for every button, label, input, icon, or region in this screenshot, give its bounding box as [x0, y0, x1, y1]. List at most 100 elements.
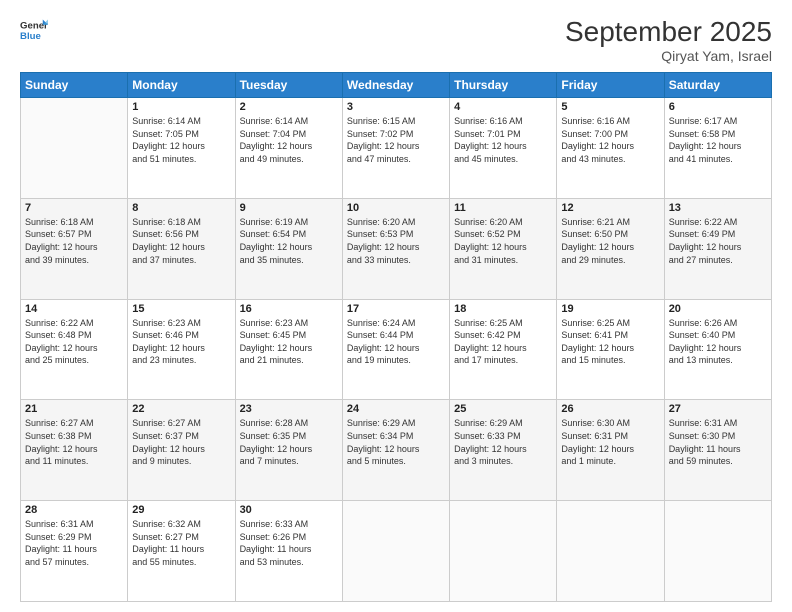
- calendar-table: Sunday Monday Tuesday Wednesday Thursday…: [20, 72, 772, 602]
- calendar-cell: 26 Sunrise: 6:30 AM Sunset: 6:31 PM Dayli…: [557, 400, 664, 501]
- day-info: Sunrise: 6:23 AM Sunset: 6:45 PM Dayligh…: [240, 317, 338, 367]
- col-monday: Monday: [128, 73, 235, 98]
- day-number: 30: [240, 504, 338, 516]
- calendar-cell: 9 Sunrise: 6:19 AM Sunset: 6:54 PM Daylig…: [235, 198, 342, 299]
- day-info: Sunrise: 6:29 AM Sunset: 6:33 PM Dayligh…: [454, 417, 552, 467]
- day-info: Sunrise: 6:23 AM Sunset: 6:46 PM Dayligh…: [132, 317, 230, 367]
- day-info: Sunrise: 6:17 AM Sunset: 6:58 PM Dayligh…: [669, 115, 767, 165]
- col-thursday: Thursday: [450, 73, 557, 98]
- day-info: Sunrise: 6:22 AM Sunset: 6:48 PM Dayligh…: [25, 317, 123, 367]
- location: Qiryat Yam, Israel: [565, 48, 772, 64]
- calendar-cell: 22Sunrise: 6:27 AM Sunset: 6:37 PM Dayli…: [128, 400, 235, 501]
- col-saturday: Saturday: [664, 73, 771, 98]
- calendar-cell: 11Sunrise: 6:20 AM Sunset: 6:52 PM Dayli…: [450, 198, 557, 299]
- calendar-cell: 1 Sunrise: 6:14 AM Sunset: 7:05 PM Daylig…: [128, 98, 235, 199]
- calendar-cell: 5 Sunrise: 6:16 AM Sunset: 7:00 PM Daylig…: [557, 98, 664, 199]
- calendar-week-2: 7Sunrise: 6:18 AM Sunset: 6:57 PM Daylig…: [21, 198, 772, 299]
- calendar-cell: 6 Sunrise: 6:17 AM Sunset: 6:58 PM Daylig…: [664, 98, 771, 199]
- day-number: 6: [669, 101, 767, 113]
- day-number: 12: [561, 202, 659, 214]
- day-info: Sunrise: 6:25 AM Sunset: 6:42 PM Dayligh…: [454, 317, 552, 367]
- calendar-cell: [450, 501, 557, 602]
- day-info: Sunrise: 6:26 AM Sunset: 6:40 PM Dayligh…: [669, 317, 767, 367]
- day-number: 2: [240, 101, 338, 113]
- day-info: Sunrise: 6:21 AM Sunset: 6:50 PM Dayligh…: [561, 216, 659, 266]
- day-number: 23: [240, 403, 338, 415]
- col-wednesday: Wednesday: [342, 73, 449, 98]
- day-info: Sunrise: 6:24 AM Sunset: 6:44 PM Dayligh…: [347, 317, 445, 367]
- calendar-cell: 29Sunrise: 6:32 AM Sunset: 6:27 PM Dayli…: [128, 501, 235, 602]
- day-info: Sunrise: 6:16 AM Sunset: 7:00 PM Dayligh…: [561, 115, 659, 165]
- day-info: Sunrise: 6:20 AM Sunset: 6:52 PM Dayligh…: [454, 216, 552, 266]
- month-title: September 2025: [565, 16, 772, 48]
- day-info: Sunrise: 6:31 AM Sunset: 6:29 PM Dayligh…: [25, 518, 123, 568]
- day-number: 9: [240, 202, 338, 214]
- col-sunday: Sunday: [21, 73, 128, 98]
- calendar-week-1: 1 Sunrise: 6:14 AM Sunset: 7:05 PM Daylig…: [21, 98, 772, 199]
- calendar-cell: 30Sunrise: 6:33 AM Sunset: 6:26 PM Dayli…: [235, 501, 342, 602]
- day-info: Sunrise: 6:31 AM Sunset: 6:30 PM Dayligh…: [669, 417, 767, 467]
- day-number: 16: [240, 303, 338, 315]
- day-number: 18: [454, 303, 552, 315]
- svg-text:Blue: Blue: [20, 31, 41, 42]
- title-block: September 2025 Qiryat Yam, Israel: [565, 16, 772, 64]
- calendar-cell: 20 Sunrise: 6:26 AM Sunset: 6:40 PM Dayli…: [664, 299, 771, 400]
- calendar-cell: 8Sunrise: 6:18 AM Sunset: 6:56 PM Daylig…: [128, 198, 235, 299]
- day-number: 19: [561, 303, 659, 315]
- day-info: Sunrise: 6:14 AM Sunset: 7:04 PM Dayligh…: [240, 115, 338, 165]
- day-number: 26: [561, 403, 659, 415]
- day-info: Sunrise: 6:28 AM Sunset: 6:35 PM Dayligh…: [240, 417, 338, 467]
- day-info: Sunrise: 6:20 AM Sunset: 6:53 PM Dayligh…: [347, 216, 445, 266]
- calendar-cell: 16 Sunrise: 6:23 AM Sunset: 6:45 PM Dayli…: [235, 299, 342, 400]
- calendar-cell: [664, 501, 771, 602]
- day-number: 1: [132, 101, 230, 113]
- day-info: Sunrise: 6:29 AM Sunset: 6:34 PM Dayligh…: [347, 417, 445, 467]
- day-number: 8: [132, 202, 230, 214]
- calendar-cell: 19 Sunrise: 6:25 AM Sunset: 6:41 PM Dayli…: [557, 299, 664, 400]
- calendar-cell: 27Sunrise: 6:31 AM Sunset: 6:30 PM Dayli…: [664, 400, 771, 501]
- logo: General Blue: [20, 16, 48, 44]
- calendar-cell: 3 Sunrise: 6:15 AM Sunset: 7:02 PM Daylig…: [342, 98, 449, 199]
- header-row: Sunday Monday Tuesday Wednesday Thursday…: [21, 73, 772, 98]
- day-number: 4: [454, 101, 552, 113]
- calendar-cell: [557, 501, 664, 602]
- day-number: 5: [561, 101, 659, 113]
- day-info: Sunrise: 6:27 AM Sunset: 6:38 PM Dayligh…: [25, 417, 123, 467]
- day-number: 25: [454, 403, 552, 415]
- day-info: Sunrise: 6:32 AM Sunset: 6:27 PM Dayligh…: [132, 518, 230, 568]
- day-info: Sunrise: 6:15 AM Sunset: 7:02 PM Dayligh…: [347, 115, 445, 165]
- calendar-cell: 12 Sunrise: 6:21 AM Sunset: 6:50 PM Dayli…: [557, 198, 664, 299]
- calendar-cell: 23 Sunrise: 6:28 AM Sunset: 6:35 PM Dayli…: [235, 400, 342, 501]
- day-number: 10: [347, 202, 445, 214]
- calendar-cell: 7Sunrise: 6:18 AM Sunset: 6:57 PM Daylig…: [21, 198, 128, 299]
- calendar-cell: 13 Sunrise: 6:22 AM Sunset: 6:49 PM Dayli…: [664, 198, 771, 299]
- day-number: 24: [347, 403, 445, 415]
- calendar-cell: 24 Sunrise: 6:29 AM Sunset: 6:34 PM Dayli…: [342, 400, 449, 501]
- day-number: 20: [669, 303, 767, 315]
- day-info: Sunrise: 6:16 AM Sunset: 7:01 PM Dayligh…: [454, 115, 552, 165]
- day-number: 13: [669, 202, 767, 214]
- logo-icon: General Blue: [20, 16, 48, 44]
- day-number: 22: [132, 403, 230, 415]
- calendar-week-4: 21 Sunrise: 6:27 AM Sunset: 6:38 PM Dayli…: [21, 400, 772, 501]
- day-info: Sunrise: 6:30 AM Sunset: 6:31 PM Dayligh…: [561, 417, 659, 467]
- calendar-cell: 15Sunrise: 6:23 AM Sunset: 6:46 PM Dayli…: [128, 299, 235, 400]
- day-number: 28: [25, 504, 123, 516]
- calendar-cell: [342, 501, 449, 602]
- calendar-cell: 25 Sunrise: 6:29 AM Sunset: 6:33 PM Dayli…: [450, 400, 557, 501]
- day-info: Sunrise: 6:14 AM Sunset: 7:05 PM Dayligh…: [132, 115, 230, 165]
- calendar-cell: [21, 98, 128, 199]
- col-tuesday: Tuesday: [235, 73, 342, 98]
- day-info: Sunrise: 6:22 AM Sunset: 6:49 PM Dayligh…: [669, 216, 767, 266]
- header: General Blue September 2025 Qiryat Yam, …: [20, 16, 772, 64]
- calendar-week-5: 28 Sunrise: 6:31 AM Sunset: 6:29 PM Dayli…: [21, 501, 772, 602]
- day-number: 21: [25, 403, 123, 415]
- day-info: Sunrise: 6:25 AM Sunset: 6:41 PM Dayligh…: [561, 317, 659, 367]
- day-info: Sunrise: 6:19 AM Sunset: 6:54 PM Dayligh…: [240, 216, 338, 266]
- day-number: 17: [347, 303, 445, 315]
- day-number: 3: [347, 101, 445, 113]
- calendar-cell: 14Sunrise: 6:22 AM Sunset: 6:48 PM Dayli…: [21, 299, 128, 400]
- calendar-week-3: 14Sunrise: 6:22 AM Sunset: 6:48 PM Dayli…: [21, 299, 772, 400]
- calendar-cell: 21 Sunrise: 6:27 AM Sunset: 6:38 PM Dayli…: [21, 400, 128, 501]
- col-friday: Friday: [557, 73, 664, 98]
